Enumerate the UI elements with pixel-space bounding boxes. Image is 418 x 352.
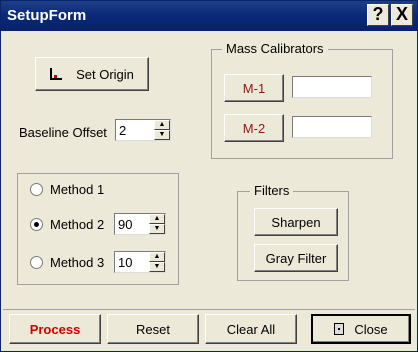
method1-radio[interactable] xyxy=(30,183,43,196)
method3-value: 10 xyxy=(118,255,133,270)
m1-field[interactable] xyxy=(292,76,372,98)
method3-radio[interactable] xyxy=(30,256,43,269)
method2-value: 90 xyxy=(118,217,133,232)
methods-group: Method 1 Method 2 90 ▲ ▼ Method 3 10 ▲ ▼ xyxy=(17,173,179,285)
spinner-arrows: ▲ ▼ xyxy=(149,214,165,234)
window-close-button[interactable]: X xyxy=(391,4,413,26)
m2-button[interactable]: M-2 xyxy=(224,114,284,142)
mass-calibrators-label: Mass Calibrators xyxy=(222,41,328,56)
spin-down-icon[interactable]: ▼ xyxy=(149,224,165,234)
close-button[interactable]: Close xyxy=(311,314,411,344)
title-bar[interactable]: SetupForm ? X xyxy=(1,1,417,31)
m1-button[interactable]: M-1 xyxy=(224,74,284,102)
set-origin-button[interactable]: Set Origin xyxy=(35,57,149,91)
spin-down-icon[interactable]: ▼ xyxy=(154,130,170,140)
help-button[interactable]: ? xyxy=(367,4,389,26)
spin-up-icon[interactable]: ▲ xyxy=(154,120,170,130)
spin-up-icon[interactable]: ▲ xyxy=(149,252,165,262)
setup-form-window: SetupForm ? X Set Origin Baseline Offset… xyxy=(0,0,418,352)
clear-all-button[interactable]: Clear All xyxy=(205,314,297,344)
filters-group: Filters Sharpen Gray Filter xyxy=(237,183,349,281)
method1-label[interactable]: Method 1 xyxy=(50,182,104,197)
process-button[interactable]: Process xyxy=(9,314,101,344)
baseline-offset-value: 2 xyxy=(119,123,127,138)
baseline-offset-spinner[interactable]: 2 ▲ ▼ xyxy=(115,119,171,141)
filters-label: Filters xyxy=(250,183,294,198)
baseline-offset-label: Baseline Offset xyxy=(19,125,107,140)
sharpen-button[interactable]: Sharpen xyxy=(254,208,338,236)
method2-spinner[interactable]: 90 ▲ ▼ xyxy=(114,213,166,235)
method3-spinner[interactable]: 10 ▲ ▼ xyxy=(114,251,166,273)
m2-field[interactable] xyxy=(292,116,372,138)
origin-axes-icon xyxy=(50,68,63,80)
method2-radio[interactable] xyxy=(30,218,43,231)
bottom-button-bar: Process Reset Clear All Close xyxy=(3,309,415,349)
process-label: Process xyxy=(29,321,81,337)
mass-calibrators-group: Mass Calibrators M-1 M-2 xyxy=(211,41,393,159)
gray-filter-button[interactable]: Gray Filter xyxy=(254,244,338,272)
set-origin-label: Set Origin xyxy=(76,66,134,82)
window-title: SetupForm xyxy=(7,7,87,24)
method2-label[interactable]: Method 2 xyxy=(50,217,104,232)
spinner-arrows: ▲ ▼ xyxy=(149,252,165,272)
spinner-arrows: ▲ ▼ xyxy=(154,120,170,140)
close-label: Close xyxy=(354,321,388,337)
spin-down-icon[interactable]: ▼ xyxy=(149,262,165,272)
method3-label[interactable]: Method 3 xyxy=(50,255,104,270)
form-client-area: Set Origin Baseline Offset 2 ▲ ▼ Mass Ca… xyxy=(3,33,415,349)
reset-button[interactable]: Reset xyxy=(107,314,199,344)
door-icon xyxy=(334,323,345,335)
spin-up-icon[interactable]: ▲ xyxy=(149,214,165,224)
